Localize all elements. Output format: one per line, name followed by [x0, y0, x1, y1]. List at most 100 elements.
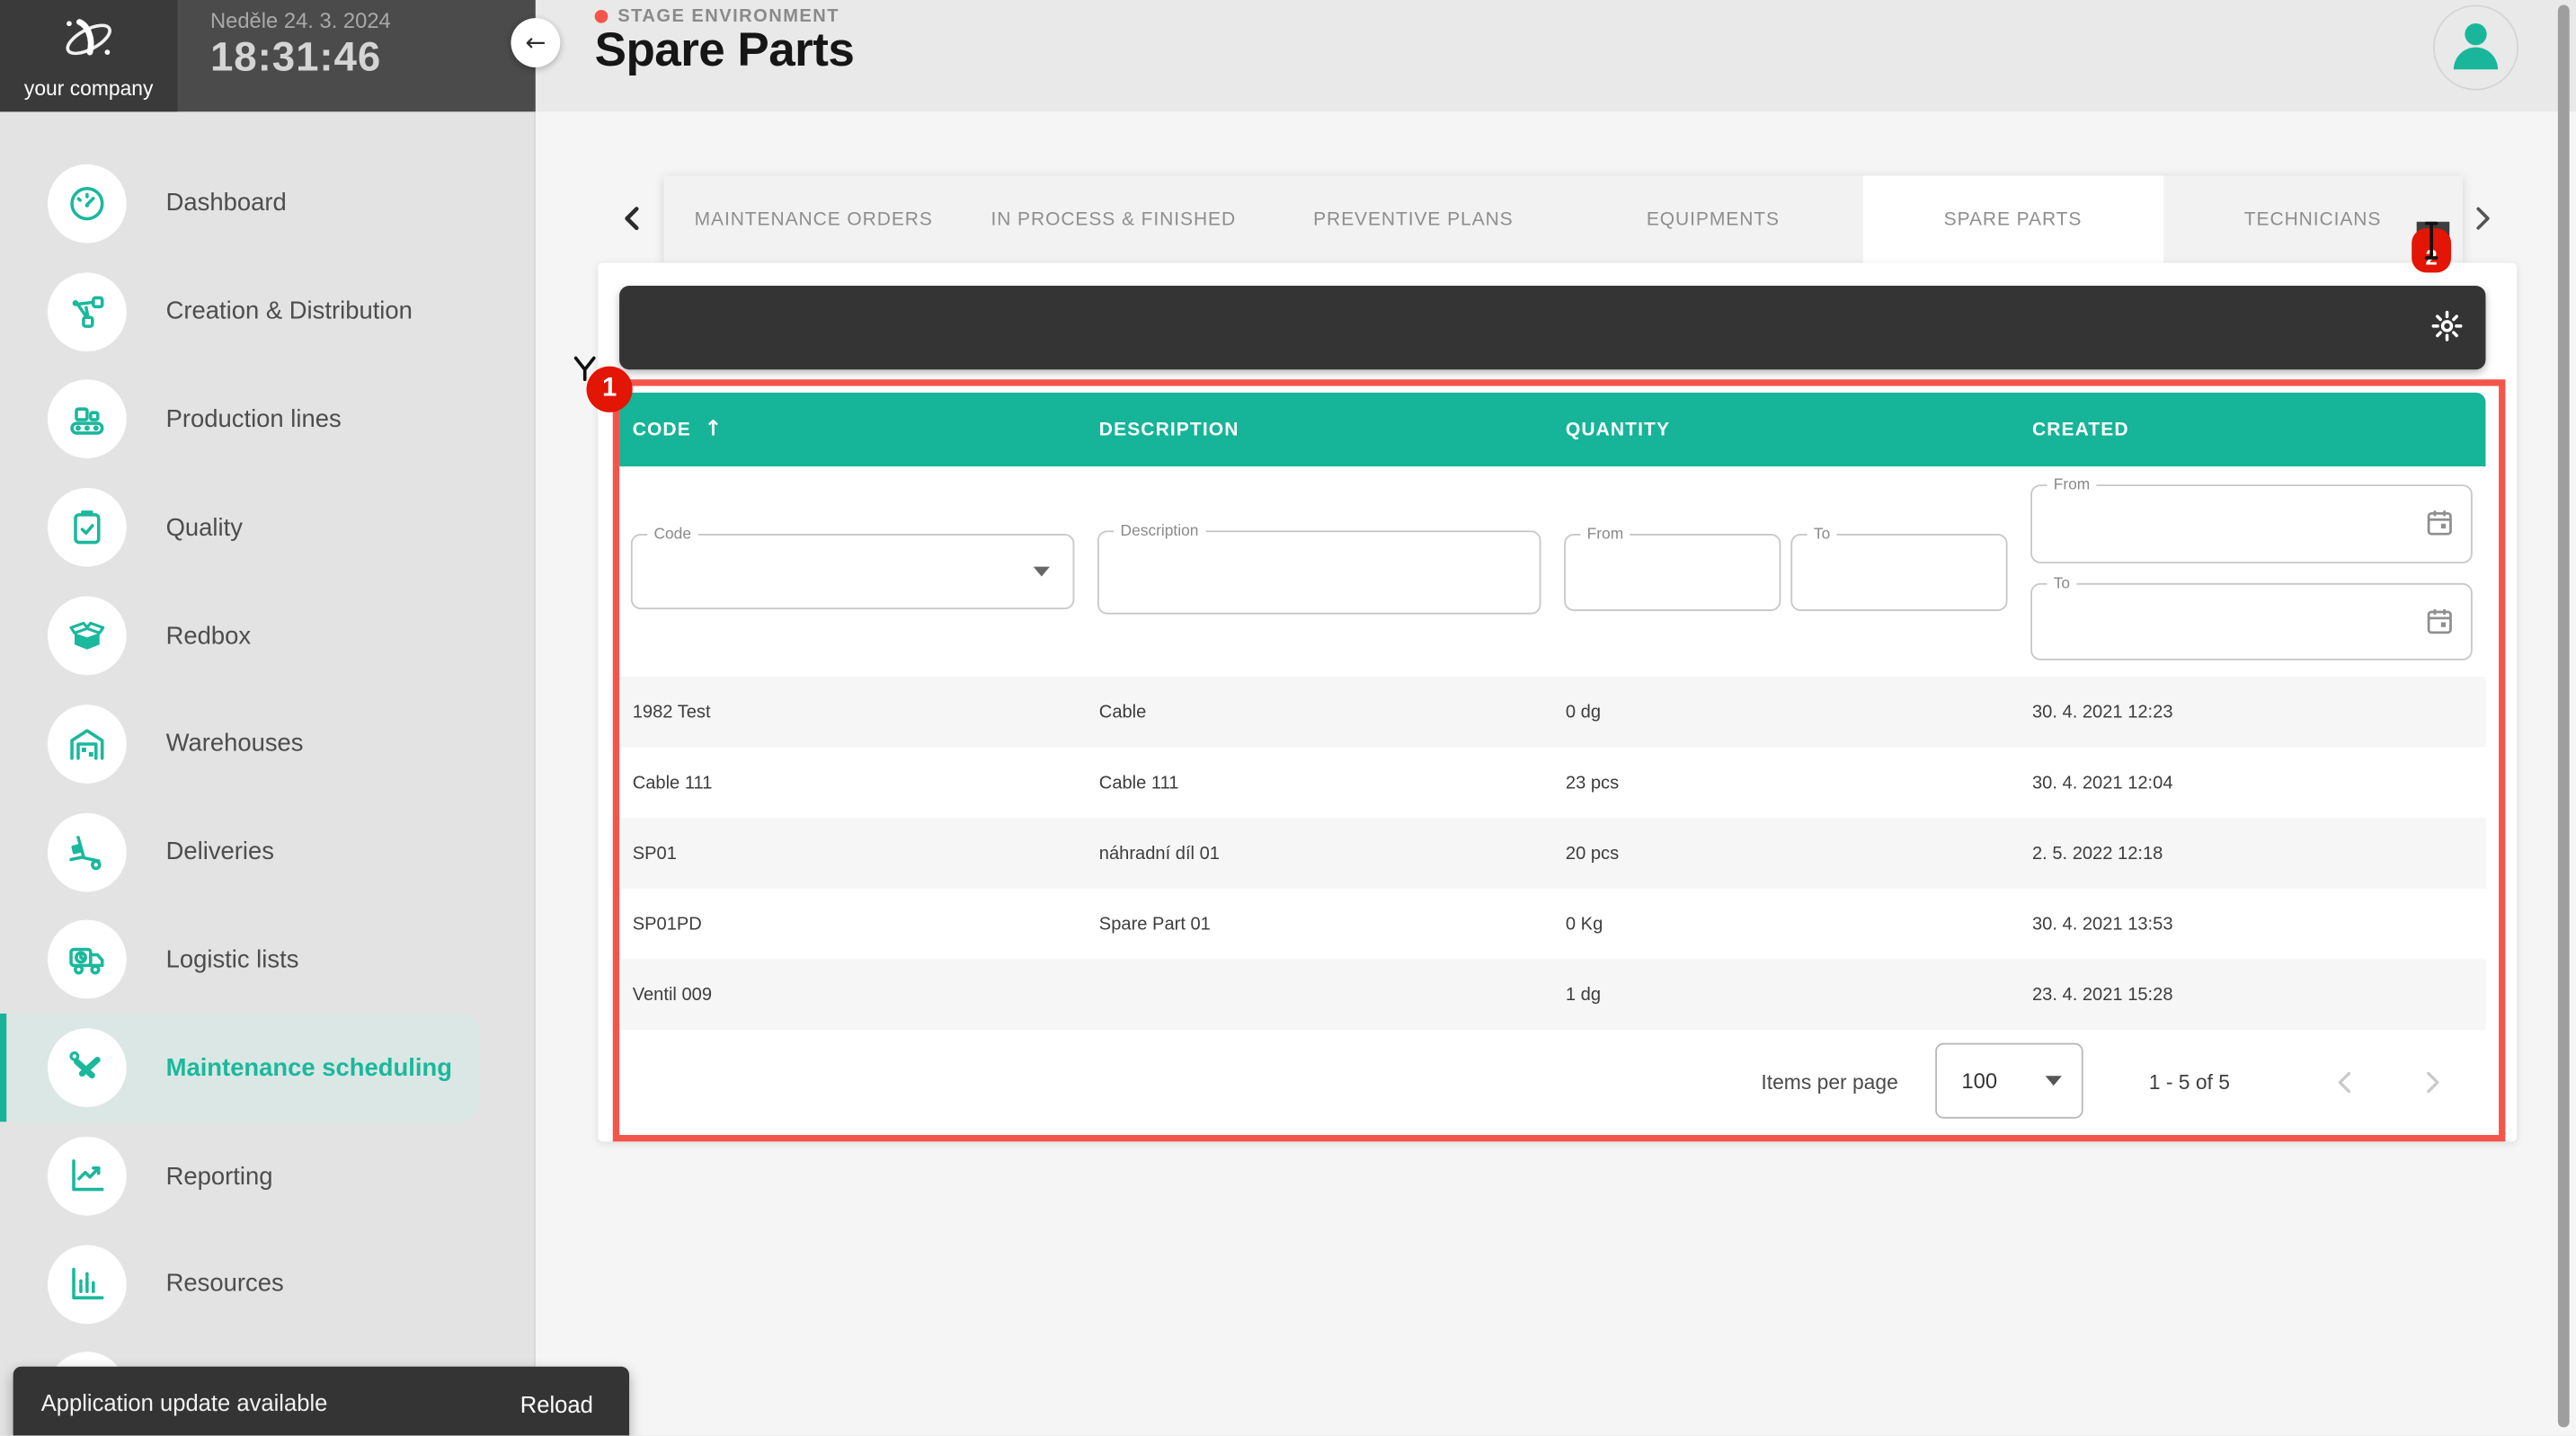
created-from-calendar-button[interactable]: [2421, 506, 2457, 542]
previous-page-button[interactable]: [2328, 1064, 2364, 1100]
tab-maintenance-orders[interactable]: MAINTENANCE ORDERS: [663, 176, 964, 263]
description-filter-input[interactable]: [1112, 536, 1493, 609]
cell-code: Ventil 009: [619, 985, 1086, 1005]
cell-quantity: 0 dg: [1552, 702, 2019, 722]
datetime: Neděle 24. 3. 2024 18:31:46: [210, 8, 391, 82]
calendar-icon: [2423, 616, 2456, 641]
cell-quantity: 1 dg: [1552, 985, 2019, 1005]
cell-code: 1982 Test: [619, 702, 1086, 722]
dropdown-caret-icon: [2046, 1076, 2062, 1086]
annotation-cursor-icon: [572, 355, 598, 383]
column-label: CREATED: [2032, 420, 2129, 439]
tab-label: TECHNICIANS: [2244, 209, 2382, 229]
snackbar-message: Application update available: [41, 1389, 328, 1415]
company-logo[interactable]: your company: [0, 0, 177, 111]
sidebar-item-creation-distribution[interactable]: Creation & Distribution: [0, 258, 534, 366]
column-label: QUANTITY: [1566, 420, 1670, 439]
code-filter-select[interactable]: Code: [631, 534, 1075, 609]
next-page-button[interactable]: [2413, 1064, 2449, 1100]
created-to-input[interactable]: [2046, 588, 2425, 655]
calendar-icon: [2423, 519, 2456, 544]
table-row[interactable]: SP01náhradní díl 0120 pcs2. 5. 2022 12:1…: [619, 818, 2485, 889]
sidebar-item-reporting[interactable]: Reporting: [0, 1122, 534, 1230]
reload-button[interactable]: Reload: [520, 1385, 593, 1424]
tab-label: IN PROCESS & FINISHED: [990, 209, 1236, 229]
tab-spare-parts[interactable]: SPARE PARTS: [1863, 176, 2163, 263]
description-filter-field: Description: [1097, 530, 1541, 614]
gauge-icon: [48, 164, 127, 244]
distribution-icon: [48, 272, 127, 351]
sidebar-item-label: Deliveries: [166, 838, 274, 865]
tabs-scroll-left-button[interactable]: [616, 202, 649, 235]
sidebar-item-label: Reporting: [166, 1162, 273, 1190]
sidebar-item-label: Maintenance scheduling: [166, 1054, 452, 1082]
cell-code: SP01PD: [619, 914, 1086, 934]
vertical-scrollbar-thumb[interactable]: [2558, 4, 2570, 1427]
paginator: Items per page 100 1 - 5 of 5: [619, 1030, 2485, 1135]
user-profile-button[interactable]: [2433, 4, 2518, 90]
column-header-created[interactable]: CREATED: [2019, 420, 2485, 439]
code-filter-label: Code: [647, 526, 697, 544]
table-row[interactable]: SP01PDSpare Part 010 Kg30. 4. 2021 13:53: [619, 889, 2485, 960]
sidebar-item-dashboard[interactable]: Dashboard: [0, 149, 534, 257]
cell-description: náhradní díl 01: [1086, 844, 1552, 864]
column-header-code[interactable]: CODE ↑: [619, 417, 1086, 441]
sidebar-item-label: Logistic lists: [166, 946, 299, 974]
tab-label: MAINTENANCE ORDERS: [695, 209, 933, 229]
table-settings-button[interactable]: [2427, 309, 2466, 349]
page-header: STAGE ENVIRONMENT Spare Parts: [536, 0, 2576, 111]
conveyor-icon: [48, 380, 127, 459]
sidebar-item-warehouses[interactable]: Warehouses: [0, 690, 534, 798]
sidebar-nav: Dashboard Creation & Distribution Producti…: [0, 149, 534, 1338]
sidebar-item-logistic-lists[interactable]: Logistic lists: [0, 906, 534, 1014]
bar-chart-icon: [48, 1245, 127, 1324]
sidebar-item-label: Warehouses: [166, 730, 304, 758]
sidebar-item-label: Dashboard: [166, 190, 287, 217]
cell-created: 30. 4. 2021 12:23: [2019, 702, 2485, 722]
created-from-input[interactable]: [2046, 490, 2425, 559]
cell-created: 2. 5. 2022 12:18: [2019, 844, 2485, 864]
sort-ascending-icon: ↑: [704, 417, 723, 441]
tab-preventive-plans[interactable]: PREVENTIVE PLANS: [1264, 176, 1564, 263]
column-header-description[interactable]: DESCRIPTION: [1086, 420, 1552, 439]
sidebar: Dashboard Creation & Distribution Producti…: [0, 0, 536, 1435]
back-button[interactable]: ←: [511, 18, 560, 67]
items-per-page-select[interactable]: 100: [1935, 1043, 2083, 1119]
table-row[interactable]: Cable 111Cable 11123 pcs30. 4. 2021 12:0…: [619, 748, 2485, 819]
sidebar-item-redbox[interactable]: Redbox: [0, 581, 534, 689]
sidebar-item-label: Quality: [166, 514, 243, 542]
table-row[interactable]: 1982 TestCable0 dg30. 4. 2021 12:23: [619, 677, 2485, 748]
table-row[interactable]: Ventil 009 1 dg23. 4. 2021 15:28: [619, 959, 2485, 1030]
app-root: Dashboard Creation & Distribution Producti…: [0, 0, 2576, 1435]
sidebar-item-label: Production lines: [166, 405, 342, 433]
sidebar-item-deliveries[interactable]: Deliveries: [0, 798, 534, 906]
text-cursor-icon: [2423, 220, 2439, 261]
current-time: 18:31:46: [210, 34, 391, 82]
user-icon: [2445, 14, 2507, 82]
quantity-to-input[interactable]: [1806, 539, 1960, 607]
sidebar-item-maintenance-scheduling[interactable]: Maintenance scheduling: [0, 1014, 480, 1121]
sidebar-item-label: Redbox: [166, 622, 252, 650]
snackbar: Application update available Reload: [13, 1367, 629, 1436]
filter-row: Code Description From To From: [619, 466, 2485, 677]
created-to-calendar-button[interactable]: [2421, 604, 2457, 640]
cell-description: Cable 111: [1086, 773, 1552, 793]
tabs-scroll-right-button[interactable]: [2466, 202, 2500, 235]
quantity-from-input[interactable]: [1579, 539, 1734, 607]
cell-created: 30. 4. 2021 13:53: [2019, 914, 2485, 934]
sidebar-item-resources[interactable]: Resources: [0, 1230, 534, 1338]
sidebar-item-quality[interactable]: Quality: [0, 474, 534, 581]
table-header: CODE ↑ DESCRIPTION QUANTITY CREATED: [619, 393, 2485, 466]
tab-equipments[interactable]: EQUIPMENTS: [1563, 176, 1863, 263]
column-header-quantity[interactable]: QUANTITY: [1552, 420, 2019, 439]
chevron-right-icon: [2413, 1081, 2449, 1105]
cell-created: 23. 4. 2021 15:28: [2019, 985, 2485, 1005]
tab-in-process-finished[interactable]: IN PROCESS & FINISHED: [964, 176, 1264, 263]
sidebar-item-production-lines[interactable]: Production lines: [0, 366, 534, 474]
chevron-left-icon: [2328, 1081, 2364, 1105]
logo-icon: [61, 12, 117, 75]
clipboard-check-icon: [48, 488, 127, 567]
line-chart-icon: [48, 1137, 127, 1216]
box-icon: [48, 597, 127, 676]
arrow-left-icon: ←: [525, 28, 546, 58]
